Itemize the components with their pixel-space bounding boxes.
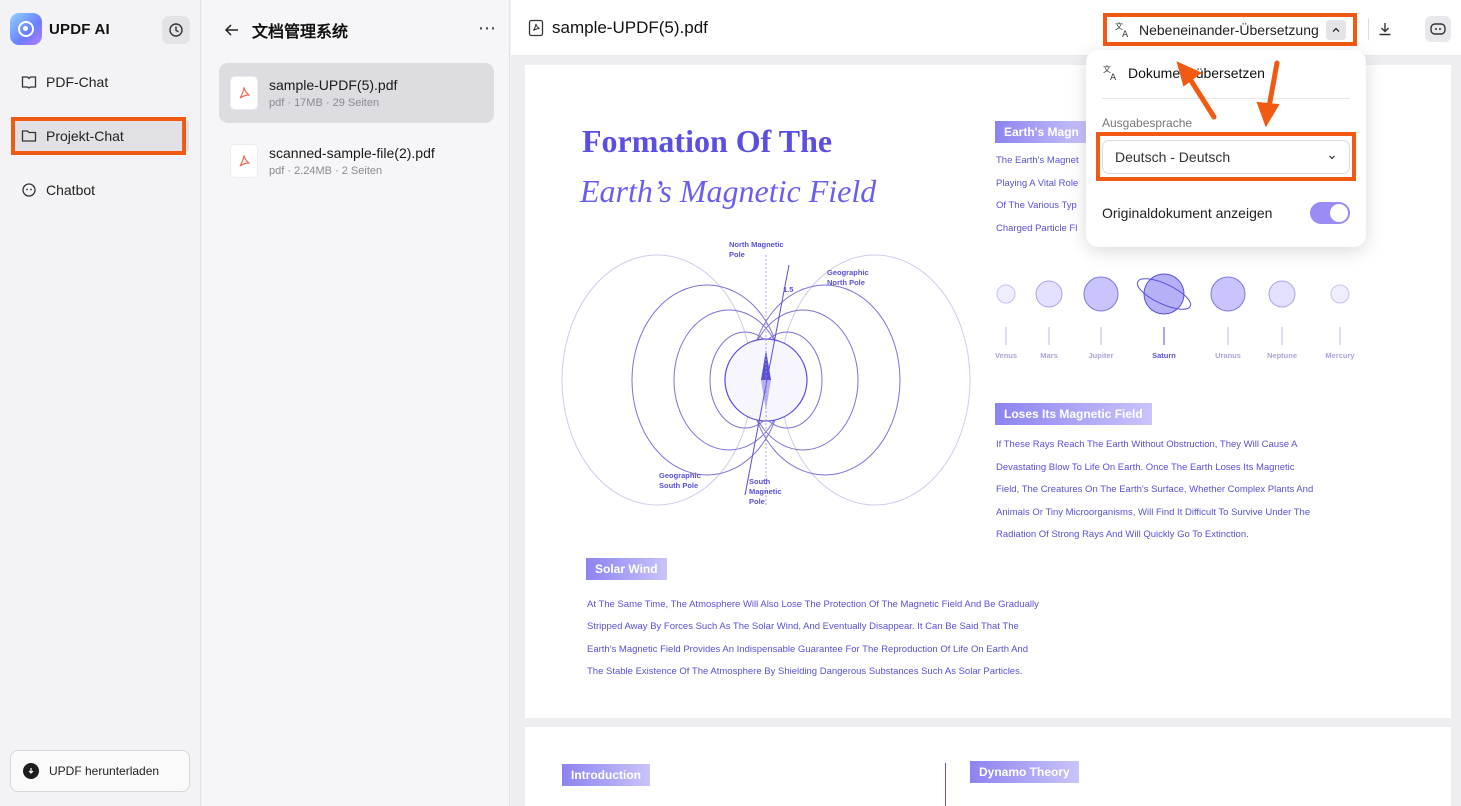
label-north-magnetic-pole: North Magnetic Pole xyxy=(729,240,784,259)
updf-logo-icon xyxy=(10,13,42,45)
project-title: 文档管理系统 xyxy=(252,24,349,41)
clock-icon xyxy=(169,23,183,37)
folder-icon xyxy=(21,130,37,142)
planets-illustration xyxy=(996,273,1350,345)
sidebar-item-pdf-chat[interactable]: PDF-Chat xyxy=(14,66,189,98)
translation-mode-button[interactable]: 文A Nebeneinander-Übersetzung xyxy=(1108,16,1352,43)
label-angle: 1.5 xyxy=(783,285,794,294)
download-label: UPDF herunterladen xyxy=(49,764,160,778)
ai-chat-icon[interactable] xyxy=(1425,16,1451,42)
section-1-line: Of The Various Typ xyxy=(996,200,1077,211)
magnetic-field-diagram xyxy=(561,254,971,506)
section-tag-dynamo-theory: Dynamo Theory xyxy=(970,761,1079,783)
pdf-page-2: Introduction Dynamo Theory xyxy=(525,727,1451,806)
app-name: UPDF AI xyxy=(49,20,110,38)
section-tag-solar-wind: Solar Wind xyxy=(586,558,667,580)
translation-mode-label: Nebeneinander-Übersetzung xyxy=(1139,21,1319,38)
section-2-line: Radiation Of Strong Rays And Will Quickl… xyxy=(996,529,1249,540)
section-3-line: The Stable Existence Of The Atmosphere B… xyxy=(587,666,1023,677)
planet-label: Neptune xyxy=(1267,351,1297,360)
viewer-toolbar: sample-UPDF(5).pdf 文A Nebeneinander-Über… xyxy=(511,0,1461,56)
section-1-line: Charged Particle Fl xyxy=(996,223,1078,234)
planet-label: Mars xyxy=(1040,351,1058,360)
section-tag-earths-magnetic: Earth's Magn xyxy=(995,121,1088,143)
planet-label: Mercury xyxy=(1325,351,1355,360)
more-options-icon[interactable]: ⋯ xyxy=(478,18,497,39)
file-panel: 文档管理系统 ⋯ sample-UPDF(5).pdf pdf · 17MB ·… xyxy=(202,0,510,806)
show-original-row: Originaldokument anzeigen xyxy=(1102,202,1350,224)
planet-label: Saturn xyxy=(1152,351,1176,360)
history-button[interactable] xyxy=(162,16,190,44)
brand: UPDF AI xyxy=(10,13,110,45)
file-meta: pdf · 17MB · 29 Seiten xyxy=(269,97,380,109)
file-item[interactable]: sample-UPDF(5).pdf pdf · 17MB · 29 Seite… xyxy=(219,63,494,123)
pdf-doc-icon xyxy=(528,19,544,37)
label-south-magnetic-pole: South Magnetic Pole xyxy=(749,477,782,506)
file-meta: pdf · 2.24MB · 2 Seiten xyxy=(269,165,383,177)
chevron-down-icon xyxy=(1329,155,1335,160)
file-name: sample-UPDF(5).pdf xyxy=(269,77,398,93)
back-arrow-icon[interactable] xyxy=(224,23,240,37)
translate-icon: 文A xyxy=(1103,64,1117,82)
sidebar-item-label: Chatbot xyxy=(46,182,96,198)
section-3-line: At The Same Time, The Atmosphere Will Al… xyxy=(587,599,1039,610)
section-3-line: Earth's Magnetic Field Provides An Indis… xyxy=(587,644,1028,655)
svg-text:A: A xyxy=(1122,30,1129,39)
pdf-file-icon xyxy=(231,145,257,177)
section-2-line: If These Rays Reach The Earth Without Ob… xyxy=(996,439,1298,450)
section-2-line: Devastating Blow To Life On Earth. Once … xyxy=(996,462,1295,473)
sidebar-item-label: Projekt-Chat xyxy=(46,128,124,144)
planet-label: Uranus xyxy=(1215,351,1241,360)
column-divider xyxy=(945,763,946,806)
chatbot-icon xyxy=(22,183,36,197)
sidebar-item-projekt-chat[interactable]: Projekt-Chat xyxy=(14,120,189,152)
show-original-label: Originaldokument anzeigen xyxy=(1102,205,1273,221)
show-original-toggle[interactable] xyxy=(1310,202,1350,224)
sidebar: UPDF AI PDF-Chat Projekt-Chat Chatbot UP… xyxy=(0,0,201,806)
planet-label: Jupiter xyxy=(1088,351,1114,360)
translate-icon: 文A xyxy=(1115,21,1129,39)
section-tag-introduction: Introduction xyxy=(562,764,650,786)
output-language-value: Deutsch - Deutsch xyxy=(1115,149,1231,165)
pdf-title-line-2: Earth’s Magnetic Field xyxy=(580,173,877,209)
download-icon[interactable] xyxy=(1372,16,1398,42)
file-panel-header: 文档管理系统 xyxy=(224,18,348,42)
section-2-line: Field, The Creatures On The Earth's Surf… xyxy=(996,484,1314,495)
book-icon xyxy=(21,76,37,89)
download-icon xyxy=(23,763,39,779)
document-title-text: sample-UPDF(5).pdf xyxy=(552,18,708,37)
section-tag-loses-magnetic-field: Loses Its Magnetic Field xyxy=(995,403,1152,425)
download-updf-button[interactable]: UPDF herunterladen xyxy=(10,750,190,792)
svg-text:A: A xyxy=(1110,73,1117,82)
section-1-line: Playing A Vital Role xyxy=(996,178,1079,189)
chevron-up-icon[interactable] xyxy=(1325,19,1346,40)
pdf-title-line-1: Formation Of The xyxy=(582,123,833,159)
pdf-file-icon xyxy=(231,77,257,109)
document-title: sample-UPDF(5).pdf xyxy=(528,18,708,38)
toolbar-divider xyxy=(1368,18,1369,40)
section-2-line: Animals Or Tiny Microorganisms, Will Fin… xyxy=(996,507,1311,518)
sidebar-item-label: PDF-Chat xyxy=(46,74,109,90)
section-3-line: Stripped Away By Forces Such As The Sola… xyxy=(587,621,1019,632)
output-language-select[interactable]: Deutsch - Deutsch xyxy=(1102,140,1350,174)
annotation-arrows xyxy=(1176,60,1280,128)
sidebar-item-chatbot[interactable]: Chatbot xyxy=(14,174,189,206)
label-geographic-south-pole: Geographic South Pole xyxy=(659,471,701,490)
section-1-line: The Earth's Magnet xyxy=(996,155,1079,166)
file-item[interactable]: scanned-sample-file(2).pdf pdf · 2.24MB … xyxy=(219,131,494,191)
label-geographic-north-pole: Geographic North Pole xyxy=(827,268,869,287)
file-name: scanned-sample-file(2).pdf xyxy=(269,145,435,161)
